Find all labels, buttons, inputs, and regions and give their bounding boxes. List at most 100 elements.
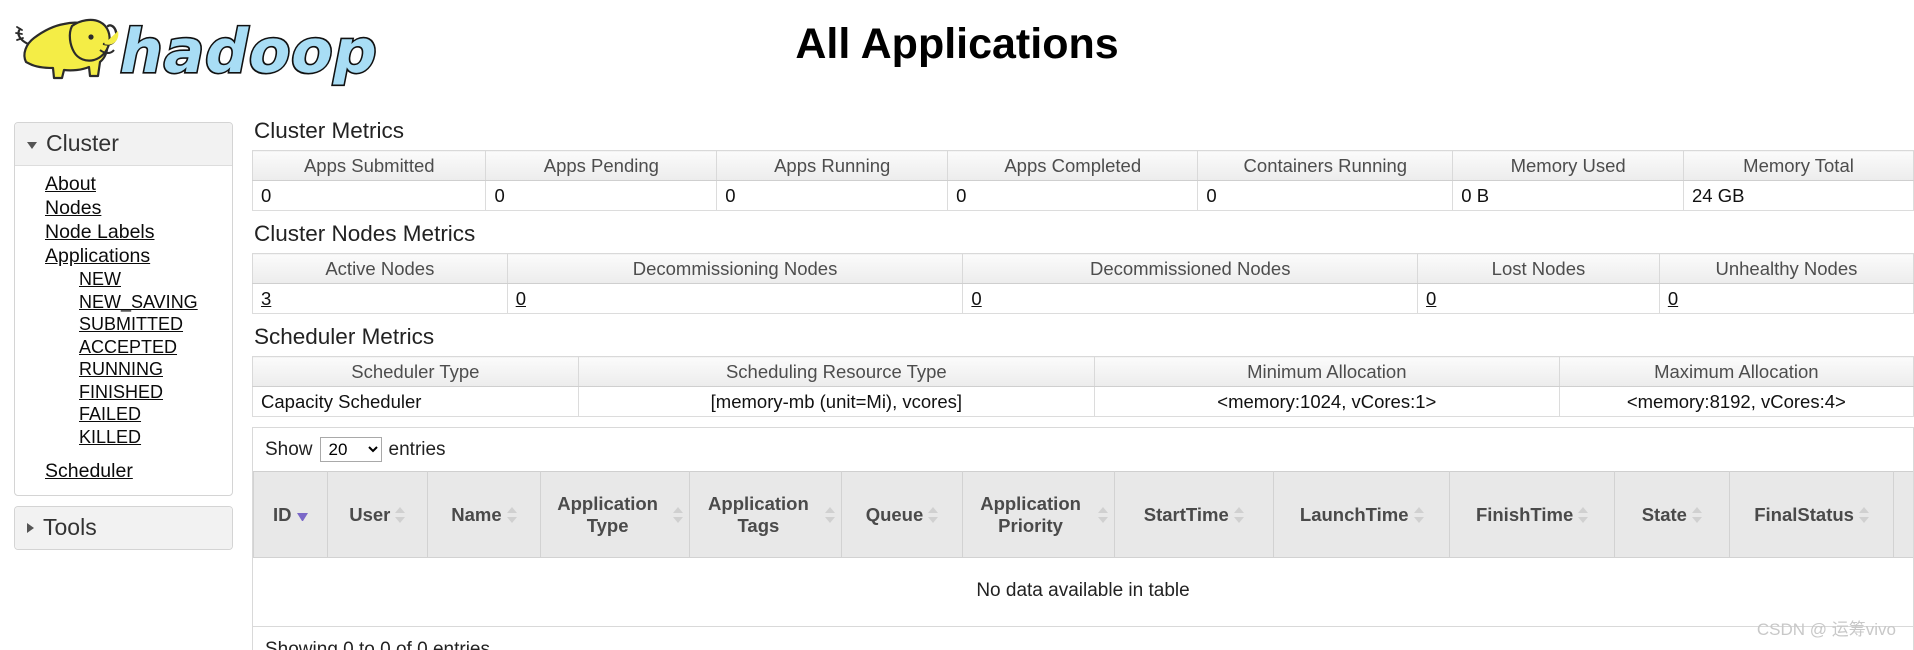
sidebar-item-state-killed[interactable]: KILLED [15,426,232,449]
col-memory-used: Memory Used [1453,151,1684,181]
col-queue-label: Queue [866,504,924,526]
col-lost-nodes: Lost Nodes [1418,254,1660,284]
col-user[interactable]: User [327,472,428,558]
col-maximum-allocation: Maximum Allocation [1559,357,1913,387]
sidebar-item-state-failed[interactable]: FAILED [15,403,232,426]
cell-lost-nodes: 0 [1418,284,1660,314]
col-scheduler-type: Scheduler Type [253,357,579,387]
col-user-label: User [349,504,390,526]
table-info: Showing 0 to 0 of 0 entries [253,627,1913,650]
col-starttime-label: StartTime [1144,504,1229,526]
sort-both-icon [1578,507,1588,523]
col-memory-total: Memory Total [1684,151,1914,181]
sidebar-item-about[interactable]: About [15,172,232,196]
val-apps-running: 0 [717,181,948,211]
col-finishtime-label: FinishTime [1476,504,1573,526]
link-active-nodes[interactable]: 3 [261,288,271,309]
col-application-type[interactable]: Application Type [540,472,690,558]
col-containers-running: Containers Running [1198,151,1453,181]
yarn-resourcemanager-page: hadoop All Applications Cluster About No… [0,0,1914,650]
sidebar-item-nodes[interactable]: Nodes [15,196,232,220]
sidebar-item-applications[interactable]: Applications [15,244,232,268]
sidebar-item-state-submitted[interactable]: SUBMITTED [15,313,232,336]
page-title: All Applications [0,20,1914,69]
col-state[interactable]: State [1614,472,1729,558]
sort-both-icon [928,507,938,523]
cluster-metrics-table: Apps Submitted Apps Pending Apps Running… [252,150,1914,211]
sidebar-section-cluster: Cluster About Nodes Node Labels Applicat… [14,122,233,496]
sidebar: Cluster About Nodes Node Labels Applicat… [14,122,233,560]
sort-both-icon [1859,507,1869,523]
col-scheduling-resource-type: Scheduling Resource Type [578,357,1094,387]
sidebar-section-tools: Tools [14,506,233,550]
table-empty-message: No data available in table [253,558,1913,627]
sidebar-tools-label: Tools [43,514,97,541]
col-finalstatus[interactable]: FinalStatus [1729,472,1893,558]
val-scheduling-resource-type: [memory-mb (unit=Mi), vcores] [578,387,1094,417]
col-queue[interactable]: Queue [842,472,962,558]
val-scheduler-type: Capacity Scheduler [253,387,579,417]
sidebar-item-node-labels[interactable]: Node Labels [15,220,232,244]
col-decommissioning-nodes: Decommissioning Nodes [507,254,963,284]
col-running-containers[interactable]: Running Containers [1894,472,1914,558]
col-apps-pending: Apps Pending [486,151,717,181]
cluster-nodes-metrics-table-wrap: Active Nodes Decommissioning Nodes Decom… [252,253,1914,314]
sidebar-item-state-finished[interactable]: FINISHED [15,381,232,404]
val-containers-running: 0 [1198,181,1453,211]
show-label: Show [265,439,313,461]
table-row: 3 0 0 0 0 [253,284,1914,314]
datatable-length-control: Show 2050100 entries [253,428,1913,471]
col-launchtime-label: LaunchTime [1300,504,1409,526]
col-active-nodes: Active Nodes [253,254,508,284]
sidebar-item-state-new-saving[interactable]: NEW_SAVING [15,291,232,314]
main-content: Cluster Metrics Apps Submitted Apps Pend… [252,118,1914,650]
val-apps-submitted: 0 [253,181,486,211]
link-decommissioning-nodes[interactable]: 0 [516,288,526,309]
val-memory-used: 0 B [1453,181,1684,211]
scheduler-metrics-title: Scheduler Metrics [254,324,1914,350]
cell-unhealthy-nodes: 0 [1659,284,1913,314]
col-application-priority-label: Application Priority [969,493,1093,537]
sidebar-item-state-accepted[interactable]: ACCEPTED [15,336,232,359]
sidebar-item-state-running[interactable]: RUNNING [15,358,232,381]
sidebar-item-scheduler[interactable]: Scheduler [15,459,232,483]
sort-both-icon [1098,507,1108,523]
col-application-tags-label: Application Tags [696,493,820,537]
link-decommissioned-nodes[interactable]: 0 [971,288,981,309]
link-lost-nodes[interactable]: 0 [1426,288,1436,309]
col-unhealthy-nodes: Unhealthy Nodes [1659,254,1913,284]
sidebar-cluster-label: Cluster [46,130,119,157]
sidebar-cluster-header[interactable]: Cluster [15,123,232,166]
col-id[interactable]: ID [254,472,328,558]
val-apps-completed: 0 [948,181,1198,211]
col-apps-completed: Apps Completed [948,151,1198,181]
cluster-nodes-metrics-table: Active Nodes Decommissioning Nodes Decom… [252,253,1914,314]
col-finishtime[interactable]: FinishTime [1450,472,1614,558]
cell-active-nodes: 3 [253,284,508,314]
sort-both-icon [825,507,835,523]
page-size-select[interactable]: 2050100 [320,437,382,462]
col-launchtime[interactable]: LaunchTime [1273,472,1450,558]
sort-both-icon [673,507,683,523]
col-name[interactable]: Name [428,472,541,558]
table-row: 0 0 0 0 0 0 B 24 GB [253,181,1914,211]
col-application-priority[interactable]: Application Priority [962,472,1114,558]
val-maximum-allocation: <memory:8192, vCores:4> [1559,387,1913,417]
sort-both-icon [1692,507,1702,523]
page-header: hadoop All Applications [0,0,1914,98]
sort-both-icon [1234,507,1244,523]
sidebar-item-state-new[interactable]: NEW [15,268,232,291]
applications-table: ID User Name Application Type Applicatio… [253,471,1914,558]
col-application-tags[interactable]: Application Tags [690,472,842,558]
col-apps-running: Apps Running [717,151,948,181]
table-header-row: Apps Submitted Apps Pending Apps Running… [253,151,1914,181]
scheduler-metrics-table: Scheduler Type Scheduling Resource Type … [252,356,1914,417]
link-unhealthy-nodes[interactable]: 0 [1668,288,1678,309]
col-name-label: Name [451,504,501,526]
sort-both-icon [395,507,405,523]
cluster-metrics-table-wrap: Apps Submitted Apps Pending Apps Running… [252,150,1914,211]
sidebar-tools-header[interactable]: Tools [15,507,232,549]
table-header-row: Active Nodes Decommissioning Nodes Decom… [253,254,1914,284]
col-starttime[interactable]: StartTime [1114,472,1273,558]
applications-panel: Show 2050100 entries ID User Name [252,427,1914,650]
